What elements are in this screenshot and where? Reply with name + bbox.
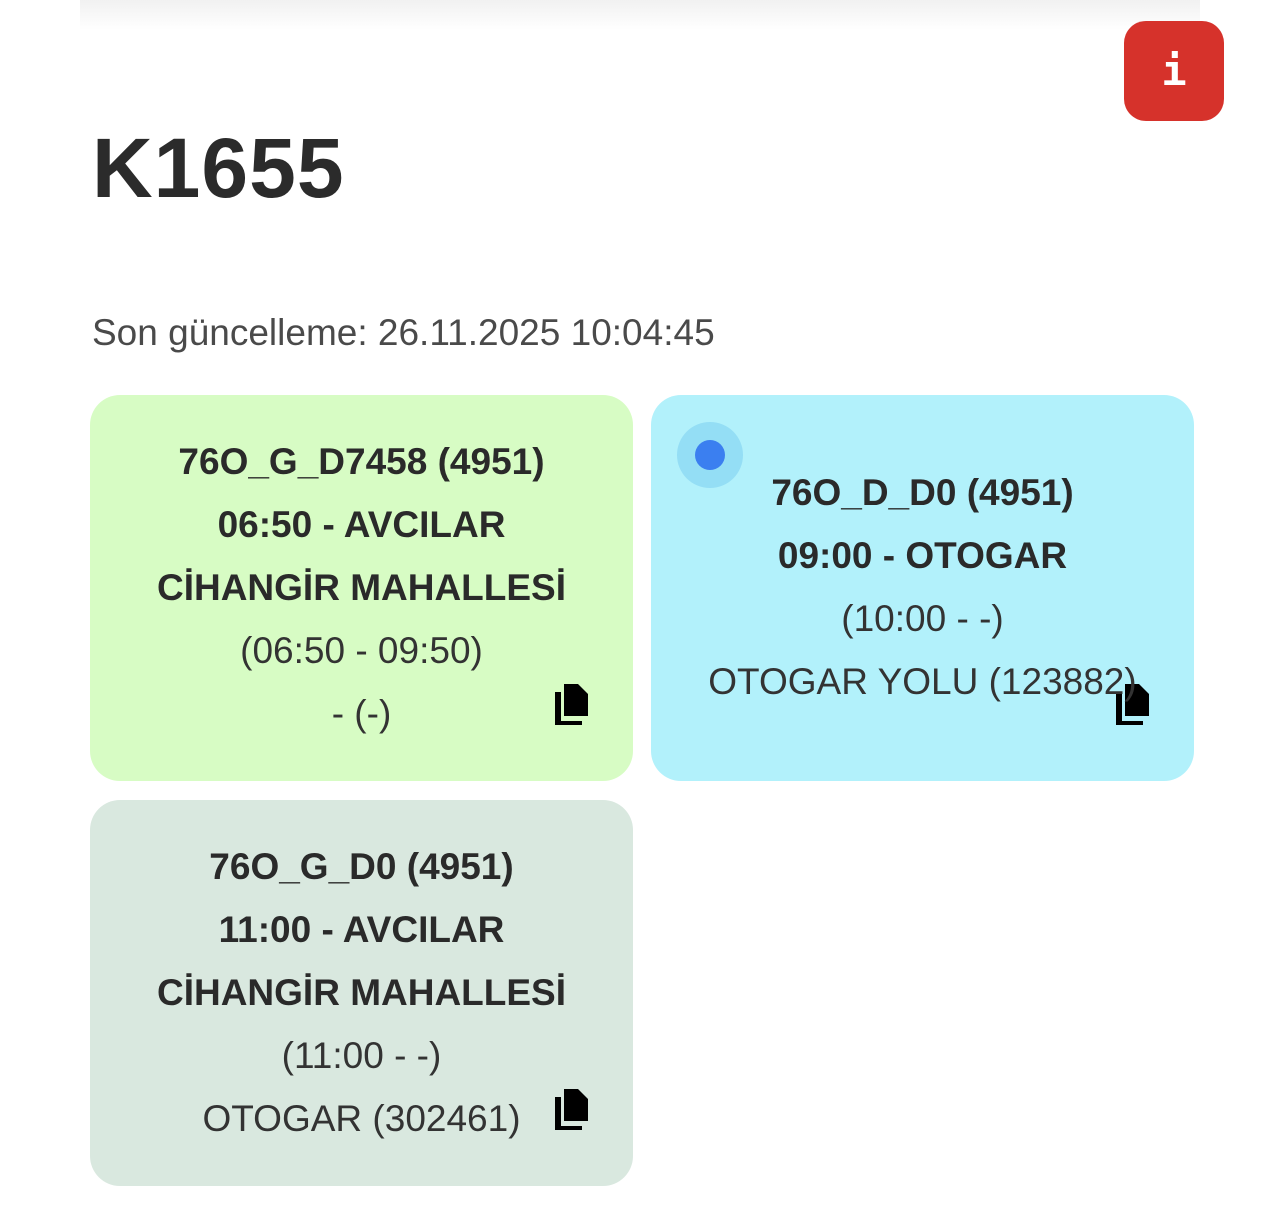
trip-route: 76O_G_D7458 (4951) [178, 441, 545, 482]
trip-stop: - (-) [331, 693, 392, 734]
trip-stop: OTOGAR YOLU (123882) [708, 661, 1137, 702]
trip-times: (11:00 - -) [281, 1035, 442, 1076]
trip-destination: CİHANGİR MAHALLESİ [156, 567, 567, 608]
trip-times: (10:00 - -) [841, 598, 1004, 639]
info-button[interactable]: i [1124, 21, 1224, 121]
top-bar-shadow [80, 0, 1200, 30]
trip-times: (06:50 - 09:50) [240, 630, 483, 671]
trip-route: 76O_G_D0 (4951) [209, 846, 514, 887]
trip-card-text: 76O_G_D0 (4951) 11:00 - AVCILAR CİHANGİR… [90, 835, 633, 1150]
trip-destination: CİHANGİR MAHALLESİ [156, 972, 567, 1013]
trip-stop: OTOGAR (302461) [202, 1098, 521, 1139]
trip-departure: 09:00 - OTOGAR [777, 535, 1068, 576]
trip-departure: 11:00 - AVCILAR [218, 909, 505, 950]
info-icon: i [1161, 46, 1187, 95]
vehicle-detail-page: i K1655 Son güncelleme: 26.11.2025 10:04… [0, 0, 1284, 1220]
last-update-text: Son güncelleme: 26.11.2025 10:04:45 [92, 312, 715, 353]
page-title: K1655 [92, 121, 345, 215]
trip-card-text: 76O_D_D0 (4951) 09:00 - OTOGAR (10:00 - … [651, 461, 1194, 713]
trip-card-text: 76O_G_D7458 (4951) 06:50 - AVCILAR CİHAN… [90, 430, 633, 745]
trip-departure: 06:50 - AVCILAR [217, 504, 506, 545]
trip-route: 76O_D_D0 (4951) [771, 472, 1074, 513]
